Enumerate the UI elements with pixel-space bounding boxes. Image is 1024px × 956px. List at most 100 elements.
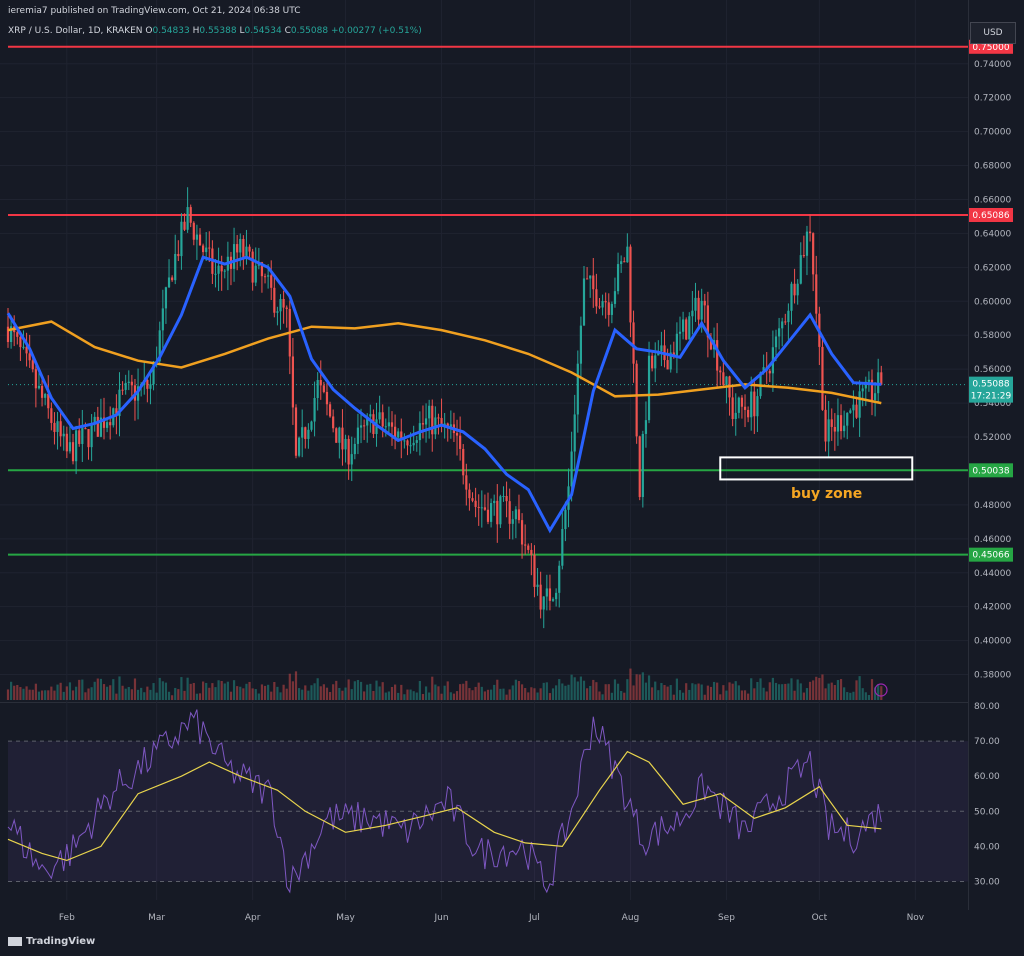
volume-bars <box>6 668 883 700</box>
candle-body <box>462 448 465 476</box>
candle-body <box>149 384 152 389</box>
candle-body <box>316 379 319 399</box>
volume-bar <box>579 676 583 700</box>
volume-bar <box>136 689 140 700</box>
publisher-line: ieremia7 published on TradingView.com, O… <box>8 6 301 16</box>
volume-bar <box>598 691 601 700</box>
tradingview-logo: TradingView <box>8 936 95 947</box>
volume-bar <box>319 686 322 700</box>
candle-body <box>644 420 648 434</box>
candle-body <box>573 414 576 452</box>
volume-bar <box>75 686 78 700</box>
price-tick-label: 0.58000 <box>974 331 1011 341</box>
volume-bar <box>818 677 821 700</box>
volume-bar <box>359 681 363 700</box>
volume-bar <box>524 688 527 700</box>
volume-bar <box>347 679 350 700</box>
panel-divider <box>0 702 968 703</box>
volume-bar <box>446 681 449 700</box>
price-tag-countdown: 17:21:29 <box>971 392 1012 402</box>
candle-body <box>276 311 279 313</box>
candle-body <box>201 245 205 253</box>
volume-bar <box>771 677 775 700</box>
volume-bar <box>471 690 474 700</box>
candle-body <box>564 509 567 530</box>
volume-bar <box>824 688 827 700</box>
volume-bar <box>815 676 818 700</box>
candle-body <box>489 503 493 522</box>
candle-body <box>815 274 818 314</box>
candle-body <box>397 431 400 438</box>
candle-body <box>703 300 706 306</box>
rsi-tick-label: 50.00 <box>974 807 1000 817</box>
volume-bar <box>248 681 251 700</box>
candle-body <box>846 412 849 426</box>
candle-body <box>68 442 72 452</box>
volume-bar <box>592 679 595 700</box>
candle-body <box>437 417 440 419</box>
volume-bar <box>167 691 171 700</box>
time-tick-label: Jul <box>528 913 540 923</box>
volume-bar <box>428 692 431 700</box>
candle-body <box>387 422 391 427</box>
candle-body <box>459 435 462 449</box>
volume-bar <box>31 689 34 700</box>
candle-body <box>520 520 524 545</box>
candle-body <box>536 584 539 587</box>
candle-body <box>626 246 629 263</box>
volume-bar <box>322 684 325 700</box>
volume-bar <box>130 689 133 700</box>
candle-body <box>839 415 843 432</box>
candle-body <box>849 410 852 413</box>
volume-bar <box>146 686 149 700</box>
volume-bar <box>217 680 220 700</box>
candle-body <box>301 427 304 438</box>
volume-bar <box>805 688 809 700</box>
candle-body <box>691 310 694 317</box>
volume-bar <box>697 683 700 700</box>
volume-bar <box>155 692 158 700</box>
candle-body <box>638 436 641 498</box>
candle-body <box>517 509 521 521</box>
volume-bar <box>192 682 195 700</box>
candle-body <box>545 588 548 597</box>
volume-bar <box>40 690 44 700</box>
volume-bar <box>508 689 511 700</box>
volume-bar <box>109 685 112 700</box>
candle-body <box>858 391 861 418</box>
candle-body <box>716 340 719 371</box>
candle-body <box>551 599 555 601</box>
volume-bar <box>777 684 781 700</box>
candle-body <box>483 507 487 510</box>
volume-bar <box>601 694 604 700</box>
price-tick-label: 0.38000 <box>974 671 1011 681</box>
candle-body <box>251 251 254 283</box>
candle-body <box>124 382 127 390</box>
volume-bar <box>623 692 626 700</box>
candle-body <box>635 363 638 437</box>
candle-body <box>542 596 545 610</box>
candle-body <box>511 519 514 524</box>
volume-bar <box>56 684 59 700</box>
candle-body <box>787 310 790 323</box>
candle-body <box>474 500 477 507</box>
volume-bar <box>688 689 691 700</box>
symbol-line: XRP / U.S. Dollar, 1D, KRAKEN O0.54833 H… <box>8 26 422 36</box>
candle-body <box>363 425 366 427</box>
volume-bar <box>685 683 688 700</box>
time-tick-label: Aug <box>622 913 640 923</box>
volume-bar <box>47 690 50 700</box>
volume-bar <box>393 684 397 700</box>
volume-bar <box>270 691 273 700</box>
candle-body <box>836 415 840 432</box>
volume-bar <box>774 682 778 700</box>
currency-button[interactable]: USD <box>970 22 1016 44</box>
candle-body <box>508 501 511 524</box>
rsi-tick-label: 80.00 <box>974 702 1000 712</box>
volume-bar <box>363 691 366 700</box>
volume-bar <box>384 692 387 700</box>
rsi-panel <box>7 709 968 894</box>
volume-bar <box>870 679 874 700</box>
volume-bar <box>304 685 307 700</box>
candle-body <box>223 270 226 272</box>
